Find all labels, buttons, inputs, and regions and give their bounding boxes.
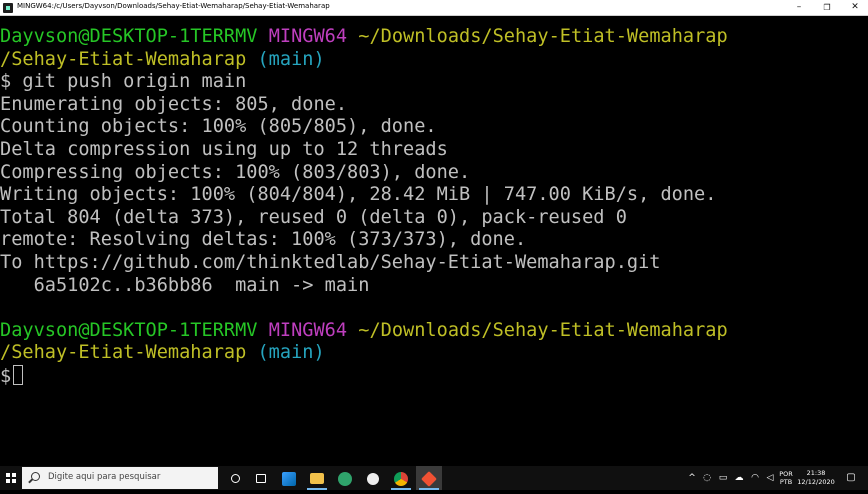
vscode-icon	[282, 471, 296, 486]
prompt-line-cont: /Sehay-Etiat-Wemaharap (main)	[0, 49, 868, 72]
language-top: POR	[779, 470, 793, 478]
task-view-icon	[256, 474, 266, 483]
app-icon	[338, 471, 352, 486]
output-line: Counting objects: 100% (805/805), done.	[0, 116, 437, 138]
prompt-shell: MINGW64	[268, 26, 348, 47]
prompt-path: ~/Downloads/Sehay-Etiat-Wemaharap	[358, 26, 728, 47]
prompt-branch: (main)	[257, 48, 325, 70]
windows-logo-icon	[6, 473, 16, 483]
search-icon	[31, 472, 40, 481]
taskbar-media[interactable]	[360, 466, 386, 490]
taskbar-search[interactable]: Digite aqui para pesquisar	[22, 467, 218, 489]
terminal-scrollbar[interactable]	[860, 16, 868, 464]
minimize-button[interactable]: –	[786, 0, 812, 15]
chrome-icon	[394, 471, 408, 486]
volume-icon[interactable]: ◁	[764, 466, 776, 490]
language-bottom: PTB	[779, 478, 793, 486]
prompt-path-cont: /Sehay-Etiat-Wemaharap	[0, 48, 247, 70]
git-bash-icon	[421, 470, 437, 487]
current-prompt: $	[0, 365, 12, 387]
output-line: Writing objects: 100% (804/804), 28.42 M…	[0, 184, 717, 206]
maximize-button[interactable]: ❐	[814, 0, 840, 15]
start-button[interactable]	[0, 466, 22, 490]
output-line: remote: Resolving deltas: 100% (373/373)…	[0, 229, 527, 251]
taskbar-app[interactable]	[332, 466, 358, 490]
prompt-path: ~/Downloads/Sehay-Etiat-Wemaharap	[358, 319, 728, 341]
prompt-line: Dayvson@DESKTOP-1TERRMV MINGW64 ~/Downlo…	[0, 320, 868, 343]
command-line: $ git push origin main	[0, 71, 247, 93]
prompt-user: Dayvson@DESKTOP-1TERRMV	[0, 319, 258, 341]
notification-icon[interactable]: ▢	[842, 466, 860, 490]
cortana-button[interactable]	[222, 466, 248, 490]
task-view-button[interactable]	[248, 466, 274, 490]
meet-icon[interactable]: ▭	[716, 466, 730, 490]
network-icon[interactable]: ◌	[700, 466, 714, 490]
prompt-line: Dayvson@DESKTOP-1TERRMV MINGW64 ~/Downlo…	[0, 26, 868, 49]
git-bash-icon	[3, 3, 13, 13]
prompt-shell: MINGW64	[268, 319, 348, 341]
terminal-output[interactable]: Dayvson@DESKTOP-1TERRMV MINGW64 ~/Downlo…	[0, 26, 868, 464]
output-line: 6a5102c..b36bb86 main -> main	[0, 274, 370, 296]
wifi-icon[interactable]: ◠	[748, 466, 762, 490]
text-cursor	[13, 364, 24, 385]
cortana-icon	[230, 474, 240, 483]
taskbar-file-explorer[interactable]	[304, 466, 330, 490]
prompt-user: Dayvson@DESKTOP-1TERRMV	[0, 26, 258, 47]
output-line: Delta compression using up to 12 threads	[0, 138, 448, 160]
clock-date: 12/12/2020	[797, 478, 835, 486]
taskbar-git-bash[interactable]	[416, 466, 442, 490]
clock-time: 21:38	[806, 469, 826, 477]
media-icon	[367, 472, 379, 485]
search-placeholder: Digite aqui para pesquisar	[48, 472, 161, 482]
file-explorer-icon	[310, 473, 324, 484]
prompt-path-cont: /Sehay-Etiat-Wemaharap	[0, 342, 247, 364]
window-titlebar[interactable]: MINGW64:/c/Users/Dayvson/Downloads/Sehay…	[0, 0, 868, 16]
output-line: To https://github.com/thinktedlab/Sehay-…	[0, 251, 661, 273]
prompt-line-cont: /Sehay-Etiat-Wemaharap (main)	[0, 342, 868, 365]
taskbar-chrome[interactable]	[388, 466, 414, 490]
current-prompt-line[interactable]: $	[0, 364, 868, 388]
clock[interactable]: 21:38 12/12/2020	[796, 469, 836, 493]
taskbar-vscode[interactable]	[276, 466, 302, 490]
window-title: MINGW64:/c/Users/Dayvson/Downloads/Sehay…	[17, 2, 330, 10]
taskbar: Digite aqui para pesquisar ^ ◌ ▭ ☁ ◠ ◁ P…	[0, 466, 868, 490]
output-line: Total 804 (delta 373), reused 0 (delta 0…	[0, 206, 627, 228]
output-line: Compressing objects: 100% (803/803), don…	[0, 161, 471, 183]
output-line: Enumerating objects: 805, done.	[0, 93, 348, 115]
tray-chevron[interactable]: ^	[686, 466, 698, 490]
cloud-icon[interactable]: ☁	[732, 466, 746, 490]
language-indicator[interactable]: POR PTB	[778, 470, 794, 494]
prompt-branch: (main)	[257, 342, 325, 364]
close-button[interactable]: ✕	[842, 0, 868, 15]
